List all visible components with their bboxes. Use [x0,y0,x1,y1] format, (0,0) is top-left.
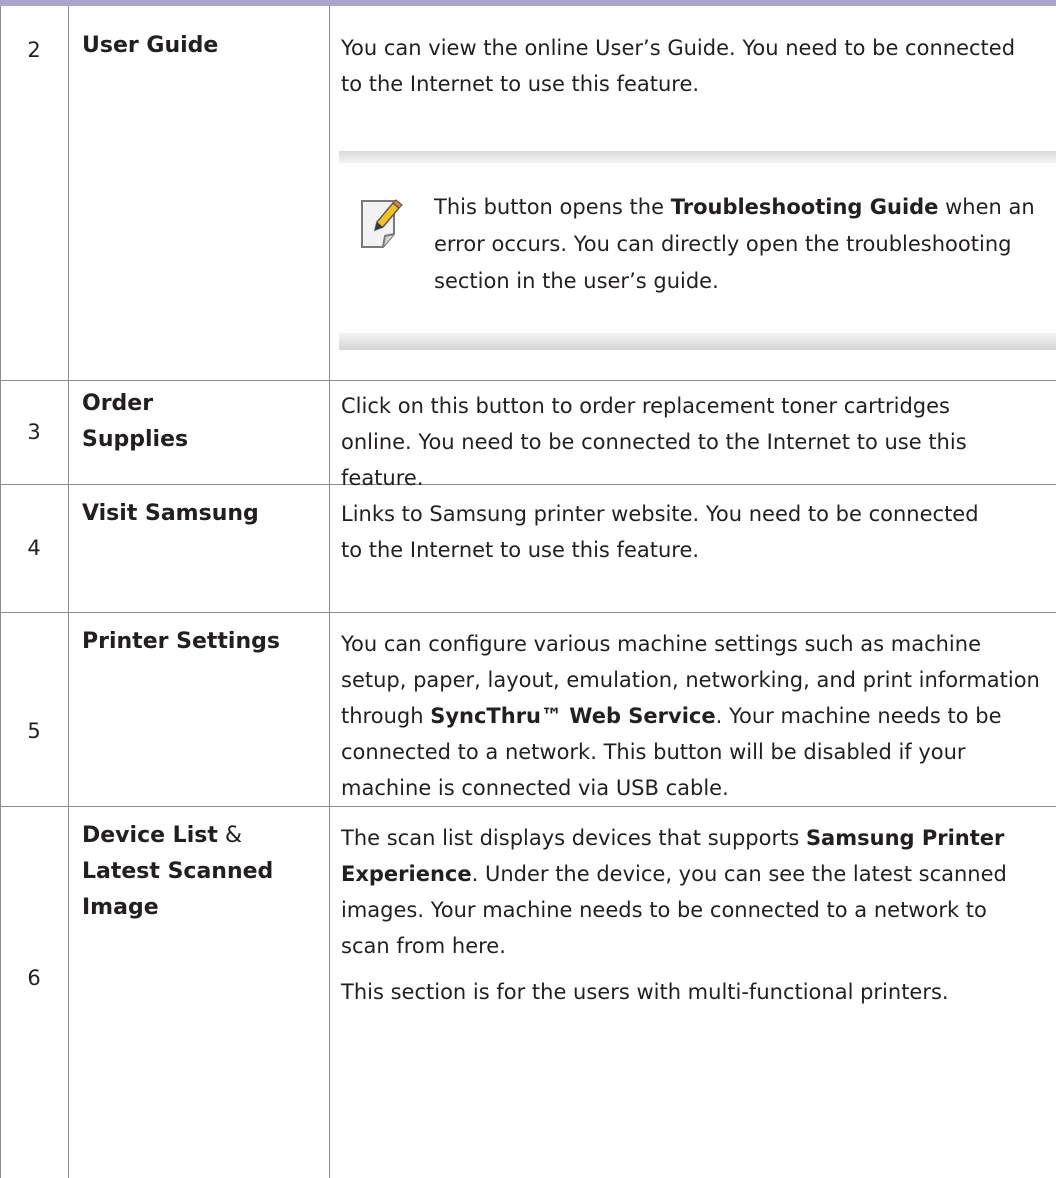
feature-name: User Guide [82,33,219,58]
row-number: 6 [27,966,41,990]
feature-name: Order Supplies [82,391,189,452]
row-divider [0,380,1056,381]
feature-description: You can configure various machine settin… [341,632,1040,800]
feature-description: Click on this button to order replacemen… [341,394,967,490]
note-bottom-band [339,333,1056,350]
feature-description: The scan list displays devices that supp… [341,820,1041,1010]
row-divider [0,612,1056,613]
description-paragraph: The scan list displays devices that supp… [341,826,1007,958]
feature-name: Device List & Latest Scanned Image [82,823,274,920]
feature-name: Visit Samsung [82,501,259,526]
syncthru-term: SyncThru™ Web Service [430,704,716,728]
row-number: 5 [27,719,41,743]
feature-description: Links to Samsung printer website. You ne… [341,502,979,562]
feature-table: 2 User Guide You can view the online Use… [0,0,1056,1178]
feature-description: You can view the online User’s Guide. Yo… [341,36,1016,96]
row-divider [0,806,1056,807]
note-top-band [339,151,1056,163]
row-number: 3 [27,420,41,444]
column-rule-number [68,6,69,1178]
feature-name: Printer Settings [82,629,280,654]
note-text: This button opens the Troubleshooting Gu… [434,195,1035,293]
table-top-bar [0,0,1056,6]
row-number: 2 [27,38,41,62]
column-rule-feature [329,6,330,1178]
note-bold-term: Troubleshooting Guide [670,195,939,219]
note-box: This button opens the Troubleshooting Gu… [339,151,1056,350]
column-rule-left [0,6,1,1178]
description-paragraph: This section is for the users with multi… [341,980,949,1004]
row-number: 4 [27,536,41,560]
note-pencil-icon [361,199,403,248]
